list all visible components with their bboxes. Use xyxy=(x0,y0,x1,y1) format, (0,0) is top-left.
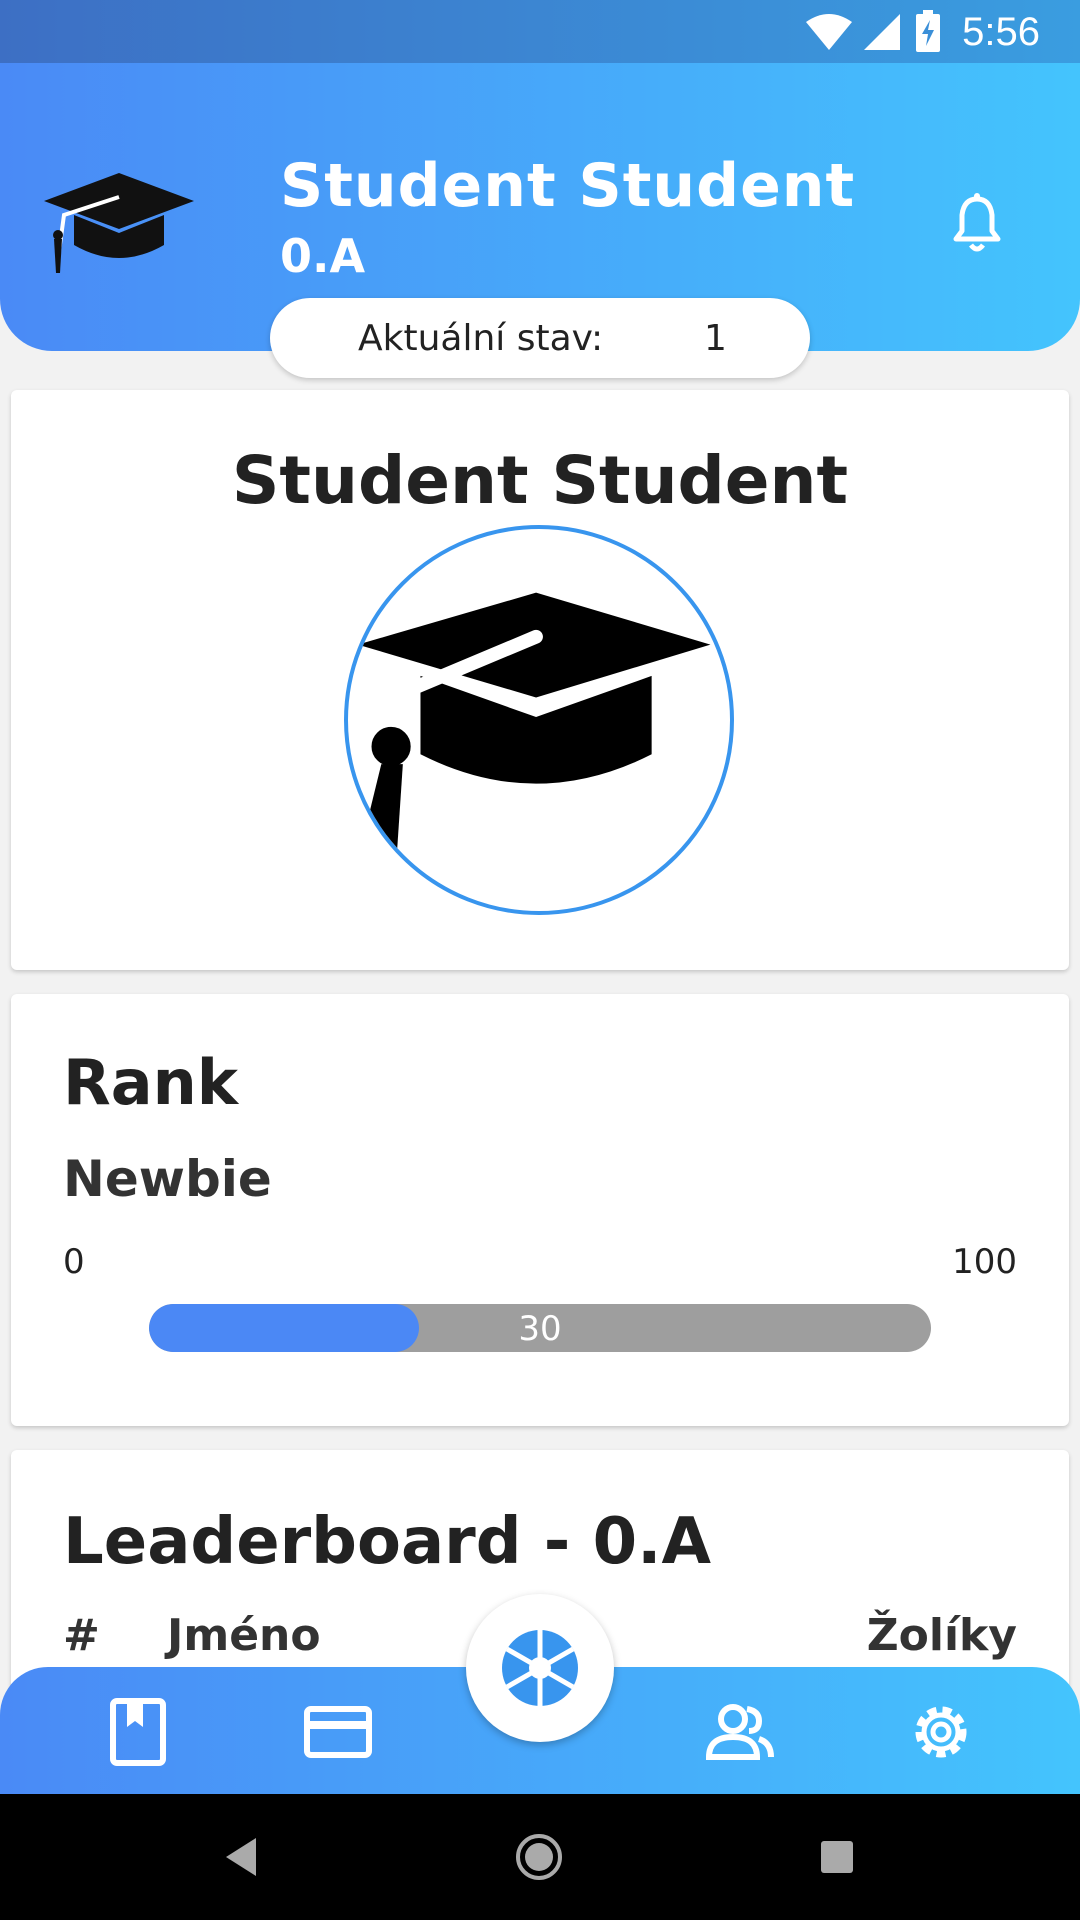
avatar xyxy=(344,525,734,915)
column-header-number[interactable]: # xyxy=(63,1610,100,1661)
leaderboard-title: Leaderboard - 0.A xyxy=(63,1505,711,1579)
system-navigation-bar xyxy=(0,1794,1080,1920)
status-bar: 5:56 xyxy=(0,0,1080,63)
home-icon[interactable] xyxy=(514,1832,564,1882)
book-icon[interactable] xyxy=(103,1697,173,1767)
recents-icon[interactable] xyxy=(812,1832,862,1882)
camera-shutter-icon xyxy=(502,1630,578,1706)
graduation-cap-icon xyxy=(357,592,711,853)
status-time: 5:56 xyxy=(962,10,1040,54)
rank-max-label: 100 xyxy=(952,1242,1017,1282)
rank-title: Rank xyxy=(63,1046,238,1119)
signal-icon xyxy=(864,14,900,50)
rank-min-label: 0 xyxy=(63,1242,85,1282)
header-class-name: 0.A xyxy=(280,229,366,283)
graduation-cap-icon xyxy=(44,173,194,273)
camera-scan-button[interactable] xyxy=(466,1594,614,1742)
rank-card: Rank Newbie 0 100 30 xyxy=(11,994,1069,1426)
profile-name: Student Student xyxy=(231,442,849,519)
current-status-value: 1 xyxy=(704,318,727,359)
profile-card: Student Student xyxy=(11,390,1069,970)
column-header-name[interactable]: Jméno xyxy=(167,1610,321,1661)
card-icon[interactable] xyxy=(303,1697,373,1767)
rank-progress-value: 30 xyxy=(518,1309,562,1349)
people-icon[interactable] xyxy=(705,1697,775,1767)
back-icon[interactable] xyxy=(216,1832,266,1882)
current-status-pill: Aktuální stav: 1 xyxy=(270,298,810,378)
current-status-label: Aktuální stav: xyxy=(358,318,604,359)
rank-name: Newbie xyxy=(63,1150,272,1208)
header-student-name: Student Student xyxy=(280,151,856,221)
settings-icon[interactable] xyxy=(906,1697,976,1767)
column-header-jokers[interactable]: Žolíky xyxy=(867,1610,1017,1661)
wifi-icon xyxy=(806,14,852,50)
bell-icon[interactable] xyxy=(952,193,1002,253)
rank-progress-bar: 30 xyxy=(149,1304,931,1352)
battery-charging-icon xyxy=(916,10,940,52)
